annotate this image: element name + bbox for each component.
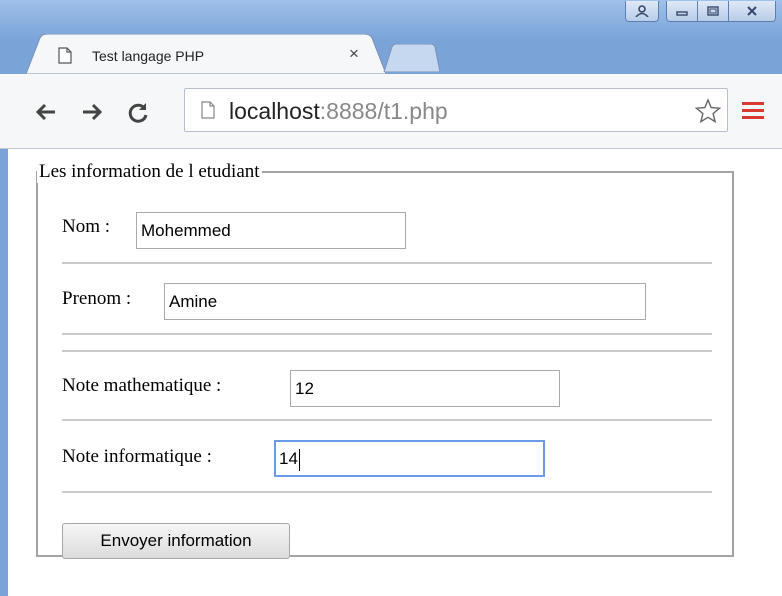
divider bbox=[62, 419, 712, 421]
page-icon bbox=[58, 47, 72, 69]
page-content: Les information de l etudiant Nom : Mohe… bbox=[8, 149, 782, 596]
star-icon[interactable] bbox=[695, 98, 721, 124]
divider bbox=[62, 350, 712, 352]
divider bbox=[62, 333, 712, 335]
tab-title: Test langage PHP bbox=[92, 48, 205, 64]
person-icon[interactable] bbox=[625, 1, 659, 22]
back-arrow-icon[interactable] bbox=[34, 100, 58, 124]
page-icon bbox=[201, 101, 215, 124]
info-input-value: 14 bbox=[279, 449, 298, 468]
prenom-input[interactable]: Amine bbox=[164, 283, 646, 320]
window-controls bbox=[625, 1, 776, 22]
menu-icon[interactable] bbox=[742, 102, 764, 122]
url-rest: :8888/t1.php bbox=[319, 98, 448, 124]
math-label: Note mathematique : bbox=[62, 375, 222, 396]
info-input[interactable]: 14 bbox=[274, 440, 545, 477]
new-tab-button[interactable] bbox=[382, 44, 442, 72]
url-text: localhost:8888/t1.php bbox=[229, 98, 448, 125]
math-input[interactable]: 12 bbox=[290, 370, 560, 407]
address-bar[interactable]: localhost:8888/t1.php bbox=[184, 88, 728, 132]
forward-arrow-icon[interactable] bbox=[80, 100, 104, 124]
prenom-label: Prenom : bbox=[62, 288, 132, 309]
student-info-fieldset: Les information de l etudiant Nom : Mohe… bbox=[36, 161, 734, 559]
minimize-icon[interactable] bbox=[666, 1, 698, 22]
fieldset-legend: Les information de l etudiant bbox=[39, 161, 260, 182]
url-host: localhost bbox=[229, 98, 320, 124]
tab-active[interactable] bbox=[26, 34, 386, 74]
browser-window: Test langage PHP × localhost:8888/t1.php bbox=[0, 0, 782, 596]
submit-button[interactable]: Envoyer information bbox=[62, 523, 290, 559]
divider bbox=[62, 262, 712, 264]
info-label: Note informatique : bbox=[62, 446, 212, 467]
tab-close-button[interactable]: × bbox=[344, 44, 364, 64]
title-bar bbox=[0, 0, 782, 36]
close-icon[interactable] bbox=[728, 1, 776, 22]
browser-toolbar: localhost:8888/t1.php bbox=[0, 74, 782, 149]
divider bbox=[62, 491, 712, 493]
text-caret bbox=[298, 448, 300, 471]
reload-icon[interactable] bbox=[126, 100, 150, 124]
maximize-icon[interactable] bbox=[697, 1, 729, 22]
nom-input[interactable]: Mohemmed bbox=[136, 212, 406, 249]
nom-label: Nom : bbox=[62, 216, 111, 237]
